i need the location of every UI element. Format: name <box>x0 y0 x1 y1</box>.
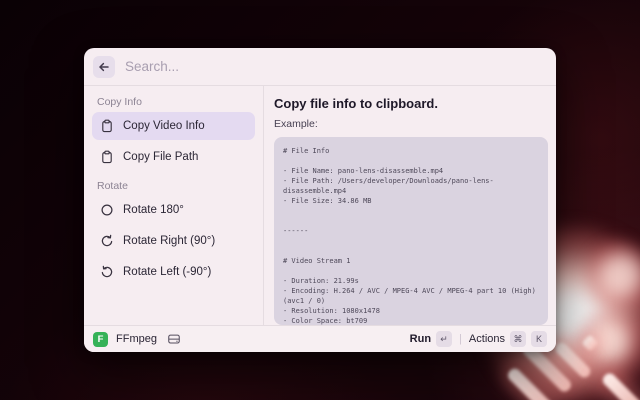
launcher-window: Copy Info Copy Video Info Cop <box>84 48 556 352</box>
list-item-label: Copy File Path <box>123 151 198 163</box>
list-item-copy-file-path[interactable]: Copy File Path <box>92 143 255 171</box>
list-item-rotate-180[interactable]: Rotate 180° <box>92 196 255 224</box>
command-list: Copy Info Copy Video Info Cop <box>84 86 264 325</box>
list-item-rotate-right[interactable]: Rotate Right (90°) <box>92 227 255 255</box>
list-item-copy-video-info[interactable]: Copy Video Info <box>92 112 255 140</box>
command-keycap: ⌘ <box>510 331 526 347</box>
actions-button[interactable]: Actions ⌘ K <box>469 331 547 347</box>
k-keycap: K <box>531 331 547 347</box>
search-input[interactable] <box>125 59 547 74</box>
ffmpeg-app-icon: F <box>93 332 108 347</box>
section-label-rotate: Rotate <box>97 180 255 192</box>
clipboard-icon <box>99 150 114 165</box>
action-bar: F FFmpeg Run ↵ | Actions ⌘ K <box>84 325 556 352</box>
rotate-counterclockwise-icon <box>99 265 114 280</box>
run-button[interactable]: Run ↵ <box>410 331 452 347</box>
clipboard-icon <box>99 119 114 134</box>
window-body: Copy Info Copy Video Info Cop <box>84 86 556 325</box>
list-item-rotate-left[interactable]: Rotate Left (-90°) <box>92 258 255 286</box>
example-label: Example: <box>274 118 548 130</box>
section-label-copy-info: Copy Info <box>97 96 255 108</box>
arrow-left-icon <box>98 61 110 73</box>
drive-icon <box>167 332 181 346</box>
list-item-label: Rotate Right (90°) <box>123 235 215 247</box>
app-name: FFmpeg <box>116 333 157 345</box>
back-button[interactable] <box>93 56 115 78</box>
list-item-label: Rotate 180° <box>123 204 184 216</box>
actions-label: Actions <box>469 333 505 345</box>
search-bar <box>84 48 556 86</box>
circle-icon <box>99 203 114 218</box>
rotate-clockwise-icon <box>99 234 114 249</box>
return-keycap: ↵ <box>436 331 452 347</box>
list-item-label: Copy Video Info <box>123 120 205 132</box>
detail-title: Copy file info to clipboard. <box>274 96 548 111</box>
list-item-label: Rotate Left (-90°) <box>123 266 211 278</box>
detail-panel: Copy file info to clipboard. Example: # … <box>264 86 556 325</box>
action-bar-divider: | <box>459 333 462 345</box>
run-label: Run <box>410 333 431 345</box>
example-code-block[interactable]: # File Info - File Name: pano-lens-disas… <box>274 137 548 325</box>
